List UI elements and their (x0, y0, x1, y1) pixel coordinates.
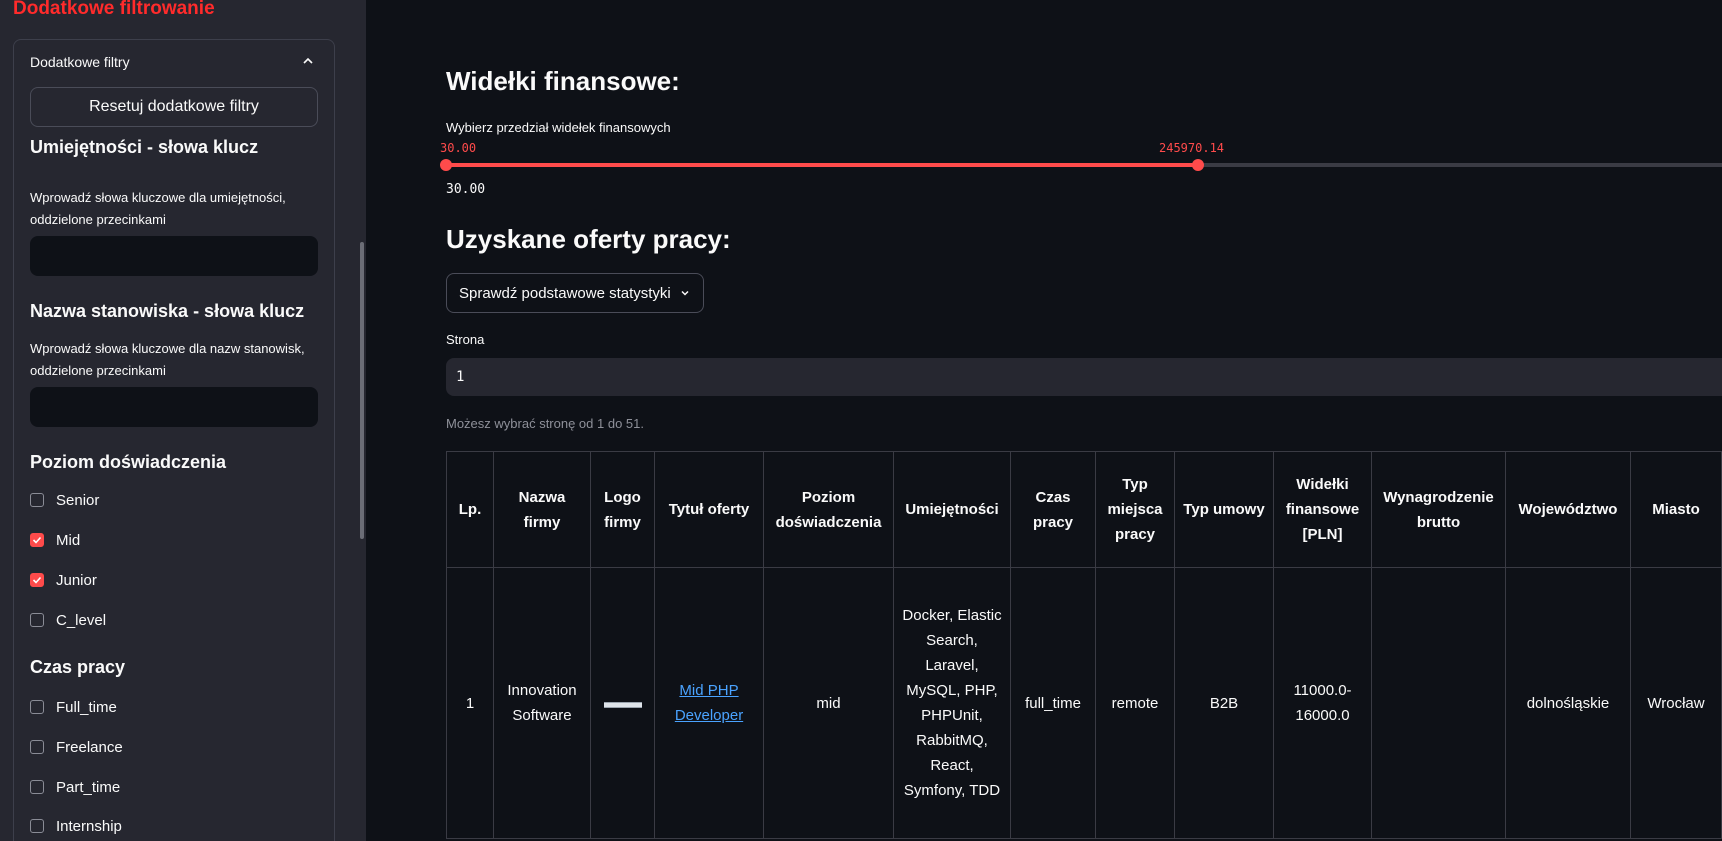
worktime-heading: Czas pracy (30, 657, 126, 677)
page-number-input[interactable] (446, 358, 1722, 396)
table-header-row: Lp. Nazwa firmy Logo firmy Tytuł oferty … (446, 451, 1722, 568)
cell-skills: Docker, Elastic Search, Laravel, MySQL, … (893, 567, 1011, 839)
checkbox-label: Senior (56, 491, 100, 509)
table-row: 1 Innovation Software Mid PHP Developer … (446, 567, 1722, 839)
cell-lp: 1 (446, 567, 494, 839)
checkbox-box[interactable] (30, 573, 44, 587)
offer-title-link[interactable]: Mid PHP Developer (675, 682, 743, 724)
slider-label: Wybierz przedział widełek finansowych (446, 120, 671, 135)
slider-fill (446, 163, 1198, 167)
header-worktime: Czas pracy (1010, 451, 1096, 568)
cell-workplace: remote (1095, 567, 1175, 839)
checkbox-label: Part_time (56, 778, 121, 796)
company-logo (603, 701, 642, 708)
checkbox-mid[interactable]: Mid (30, 530, 80, 550)
skills-input[interactable] (30, 236, 318, 276)
cell-title: Mid PHP Developer (654, 567, 764, 839)
slider-low-thumb[interactable] (440, 159, 452, 171)
header-title: Tytuł oferty (654, 451, 764, 568)
checkbox-box[interactable] (30, 740, 44, 754)
cell-salary: 11000.0-16000.0 (1273, 567, 1372, 839)
chevron-down-icon (681, 290, 689, 296)
checkbox-box[interactable] (30, 819, 44, 833)
cell-contract: B2B (1174, 567, 1274, 839)
offers-table: Lp. Nazwa firmy Logo firmy Tytuł oferty … (446, 451, 1722, 839)
slider-min-label: 30.00 (446, 182, 486, 197)
checkmark-icon (32, 536, 42, 544)
cell-gross (1371, 567, 1506, 839)
stats-select[interactable]: Sprawdź podstawowe statystyki (446, 273, 704, 313)
page-label: Strona (446, 332, 485, 347)
chevron-up-icon[interactable] (300, 53, 316, 69)
checkbox-part-time[interactable]: Part_time (30, 777, 120, 797)
position-input[interactable] (30, 387, 318, 427)
checkbox-box[interactable] (30, 493, 44, 507)
experience-heading: Poziom doświadczenia (30, 452, 227, 472)
header-province: Województwo (1505, 451, 1631, 568)
cell-worktime: full_time (1010, 567, 1096, 839)
salary-heading: Widełki finansowe: (446, 66, 680, 96)
checkbox-box[interactable] (30, 780, 44, 794)
header-logo: Logo firmy (590, 451, 655, 568)
expander-header[interactable]: Dodatkowe filtry (30, 54, 130, 70)
main-content: Widełki finansowe: Wybierz przedział wid… (366, 0, 1722, 841)
checkbox-box[interactable] (30, 533, 44, 547)
cell-level: mid (763, 567, 894, 839)
checkbox-label: C_level (56, 611, 107, 629)
slider-low-value: 30.00 (440, 141, 477, 155)
slider-high-value: 245970.14 (1159, 141, 1225, 155)
stats-select-value: Sprawdź podstawowe statystyki (459, 284, 671, 302)
checkbox-c-level[interactable]: C_level (30, 610, 106, 630)
checkbox-box[interactable] (30, 613, 44, 627)
header-skills: Umiejętności (893, 451, 1011, 568)
checkbox-label: Freelance (56, 738, 123, 756)
checkbox-senior[interactable]: Senior (30, 490, 99, 510)
checkbox-box[interactable] (30, 700, 44, 714)
header-city: Miasto (1630, 451, 1722, 568)
header-lp: Lp. (446, 451, 494, 568)
position-heading: Nazwa stanowiska - słowa klucz (30, 301, 305, 321)
slider-high-thumb[interactable] (1192, 159, 1204, 171)
header-contract: Typ umowy (1174, 451, 1274, 568)
checkbox-full-time[interactable]: Full_time (30, 697, 117, 717)
sidebar: Dodatkowe filtrowanie Dodatkowe filtry R… (0, 0, 366, 841)
sidebar-title: Dodatkowe filtrowanie (13, 0, 215, 19)
cell-city: Wrocław (1630, 567, 1722, 839)
checkbox-label: Full_time (56, 698, 117, 716)
offers-heading: Uzyskane oferty pracy: (446, 224, 731, 254)
checkmark-icon (32, 576, 42, 584)
checkbox-label: Internship (56, 817, 122, 835)
header-gross: Wynagrodzenie brutto (1371, 451, 1506, 568)
checkbox-label: Mid (56, 531, 81, 549)
sidebar-scrollbar[interactable] (360, 242, 364, 539)
reset-filters-button[interactable]: Resetuj dodatkowe filtry (30, 87, 318, 127)
position-label: Wprowadź słowa kluczowe dla nazw stanowi… (30, 341, 305, 378)
checkbox-junior[interactable]: Junior (30, 570, 97, 590)
checkbox-internship[interactable]: Internship (30, 816, 122, 836)
additional-filters-expander: Dodatkowe filtry Resetuj dodatkowe filtr… (13, 39, 335, 841)
header-company: Nazwa firmy (493, 451, 591, 568)
header-workplace: Typ miejsca pracy (1095, 451, 1175, 568)
page-hint: Możesz wybrać stronę od 1 do 51. (446, 416, 644, 431)
header-level: Poziom doświadczenia (763, 451, 894, 568)
checkbox-label: Junior (56, 571, 97, 589)
skills-label: Wprowadź słowa kluczowe dla umiejętności… (30, 190, 286, 227)
checkbox-freelance[interactable]: Freelance (30, 737, 123, 757)
header-salary: Widełki finansowe [PLN] (1273, 451, 1372, 568)
cell-company: Innovation Software (493, 567, 591, 839)
skills-heading: Umiejętności - słowa klucz (30, 137, 259, 157)
cell-logo (590, 567, 655, 839)
cell-province: dolnośląskie (1505, 567, 1631, 839)
